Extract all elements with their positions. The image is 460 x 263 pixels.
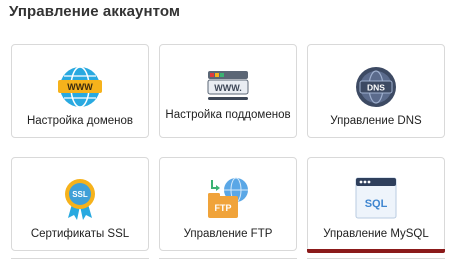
svg-text:FTP: FTP	[215, 203, 232, 213]
tile-ssl-certificates[interactable]: SSL Сертификаты SSL	[11, 157, 149, 251]
globe-www-icon: WWW	[58, 66, 102, 108]
tile-label: Настройка поддоменов	[165, 109, 291, 121]
tile-label: Настройка доменов	[26, 115, 134, 127]
tile-label: Управление MySQL	[323, 228, 429, 240]
tile-label: Сертификаты SSL	[30, 228, 130, 240]
active-indicator	[307, 249, 445, 253]
svg-text:SQL: SQL	[365, 198, 388, 210]
svg-text:SSL: SSL	[72, 190, 88, 199]
tile-partial	[159, 258, 297, 263]
page-title: Управление аккаунтом	[9, 3, 181, 20]
tile-subdomain-settings[interactable]: WWW. Настройка поддоменов	[159, 44, 297, 138]
tile-partial	[307, 258, 445, 263]
subdomain-bar-icon: WWW.	[207, 71, 249, 100]
tile-mysql-management[interactable]: SQL Управление MySQL	[307, 157, 445, 251]
ftp-folder-globe-icon: FTP	[208, 177, 248, 218]
ssl-badge-icon: SSL	[65, 179, 95, 220]
svg-text:DNS: DNS	[367, 83, 385, 93]
sql-window-icon: SQL	[355, 177, 397, 219]
svg-text:WWW.: WWW.	[214, 83, 242, 93]
tile-domain-settings[interactable]: WWW Настройка доменов	[11, 44, 149, 138]
tile-dns-management[interactable]: DNS Управление DNS	[307, 44, 445, 138]
tile-partial	[11, 258, 149, 263]
tile-label: Управление FTP	[183, 228, 273, 240]
tile-ftp-management[interactable]: FTP Управление FTP	[159, 157, 297, 251]
svg-text:WWW: WWW	[67, 82, 93, 92]
dns-globe-icon: DNS	[356, 67, 396, 107]
tile-label: Управление DNS	[330, 115, 422, 127]
